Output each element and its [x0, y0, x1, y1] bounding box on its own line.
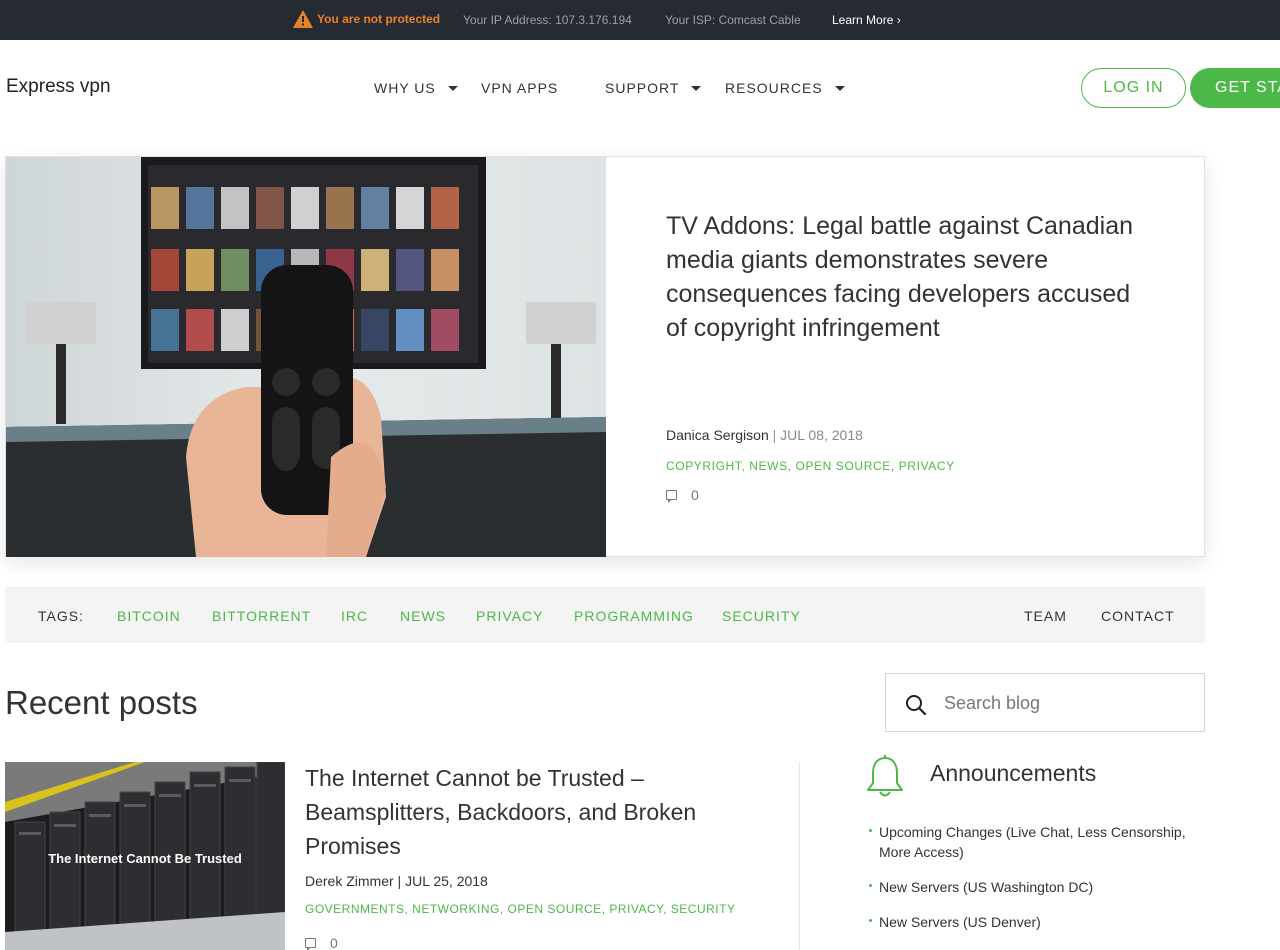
meta-separator: | — [772, 427, 777, 443]
thumbnail-caption: The Internet Cannot Be Trusted — [48, 851, 242, 866]
ip-address-text: Your IP Address: 107.3.176.194 — [463, 13, 632, 27]
nav-why-us[interactable]: WHY US — [374, 80, 458, 96]
caret-down-icon — [834, 86, 845, 91]
announcements-list: Upcoming Changes (Live Chat, Less Censor… — [868, 822, 1188, 947]
comment-count: 0 — [691, 487, 699, 503]
featured-image[interactable] — [6, 157, 606, 557]
comment-icon — [305, 938, 316, 950]
tag-programming[interactable]: PROGRAMMING — [574, 608, 694, 624]
post-categories[interactable]: GOVERNMENTS, NETWORKING, OPEN SOURCE, PR… — [305, 902, 735, 916]
tv-remote-photo — [6, 157, 606, 557]
comment-icon — [666, 490, 677, 503]
nav-label: SUPPORT — [605, 80, 680, 96]
nav-label: RESOURCES — [725, 80, 823, 96]
learn-more-link[interactable]: Learn More › — [832, 13, 901, 27]
protection-alert-bar: You are not protected Your IP Address: 1… — [0, 0, 1280, 40]
site-logo[interactable]: Express vpn — [6, 76, 111, 98]
login-button[interactable]: LOG IN — [1081, 68, 1186, 108]
tags-bar: TAGS: BITCOIN BITTORRENT IRC NEWS PRIVAC… — [5, 587, 1205, 643]
tags-label: TAGS: — [38, 608, 84, 624]
featured-comments[interactable]: 0 — [666, 487, 699, 503]
get-started-button[interactable]: GET STA — [1190, 68, 1280, 108]
tag-bitcoin[interactable]: BITCOIN — [117, 608, 181, 624]
featured-title[interactable]: TV Addons: Legal battle against Canadian… — [666, 209, 1156, 345]
search-blog-input[interactable] — [944, 688, 1194, 718]
post-comments[interactable]: 0 — [305, 935, 338, 950]
featured-article[interactable]: TV Addons: Legal battle against Canadian… — [5, 156, 1205, 557]
bell-icon — [867, 755, 903, 797]
comment-count: 0 — [330, 935, 338, 950]
protection-warning: You are not protected — [292, 9, 440, 29]
caret-down-icon — [447, 86, 458, 91]
recent-posts-heading: Recent posts — [5, 684, 198, 721]
announcement-item[interactable]: New Servers (US Washington DC) — [868, 877, 1188, 897]
announcement-item[interactable]: New Servers (US Denver) — [868, 912, 1188, 932]
tag-irc[interactable]: IRC — [341, 608, 368, 624]
announcement-item[interactable]: Upcoming Changes (Live Chat, Less Censor… — [868, 822, 1188, 862]
team-link[interactable]: TEAM — [1024, 608, 1067, 624]
nav-label: VPN APPS — [481, 80, 559, 96]
column-divider — [799, 762, 800, 950]
nav-label: WHY US — [374, 80, 436, 96]
tag-privacy[interactable]: PRIVACY — [476, 608, 543, 624]
post-date: JUL 08, 2018 — [780, 427, 863, 443]
warning-text: You are not protected — [317, 12, 441, 26]
featured-categories[interactable]: COPYRIGHT, NEWS, OPEN SOURCE, PRIVACY — [666, 459, 955, 473]
announcements-heading: Announcements — [930, 760, 1097, 786]
server-room-image: The Internet Cannot Be Trusted — [5, 762, 285, 950]
search-icon — [906, 695, 927, 716]
tag-news[interactable]: NEWS — [400, 608, 446, 624]
warning-icon — [293, 10, 313, 28]
tag-security[interactable]: SECURITY — [722, 608, 801, 624]
post-thumbnail[interactable]: The Internet Cannot Be Trusted — [5, 762, 285, 950]
nav-support[interactable]: SUPPORT — [605, 80, 702, 96]
contact-link[interactable]: CONTACT — [1101, 608, 1175, 624]
nav-resources[interactable]: RESOURCES — [725, 80, 845, 96]
nav-vpn-apps[interactable]: VPN APPS — [481, 80, 558, 96]
post-title[interactable]: The Internet Cannot be Trusted – Beamspl… — [305, 761, 765, 863]
search-box[interactable] — [885, 673, 1205, 732]
tag-bittorrent[interactable]: BITTORRENT — [212, 608, 311, 624]
isp-text: Your ISP: Comcast Cable — [665, 13, 801, 27]
author-name[interactable]: Danica Sergison — [666, 427, 769, 443]
post-meta: Derek Zimmer | JUL 25, 2018 — [305, 873, 488, 889]
featured-meta: Danica Sergison | JUL 08, 2018 — [666, 427, 863, 443]
caret-down-icon — [691, 86, 702, 91]
